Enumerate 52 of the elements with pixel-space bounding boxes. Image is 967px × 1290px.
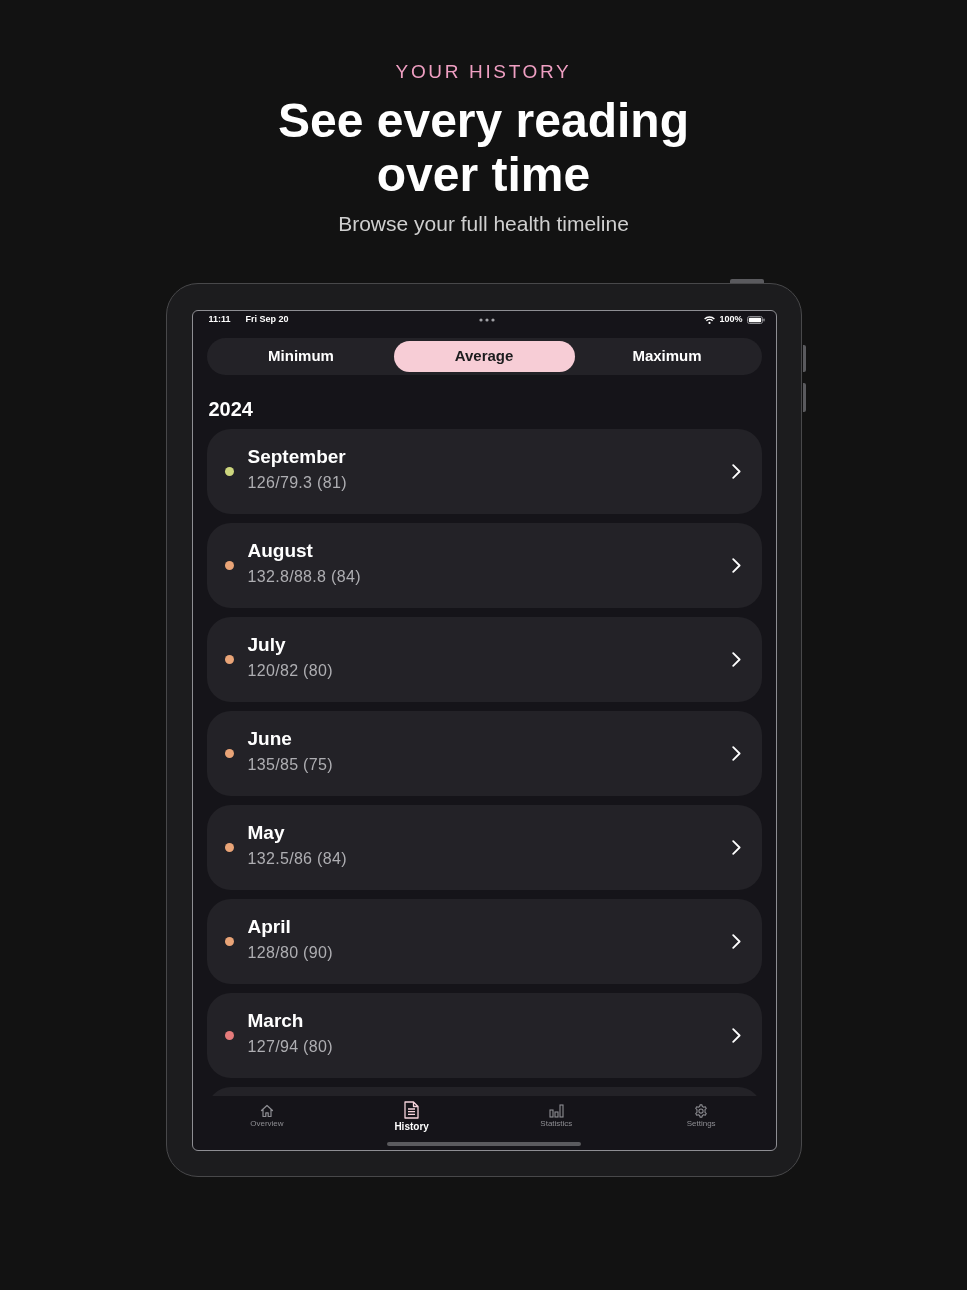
tab-bar-item[interactable]: Overview	[194, 1096, 340, 1136]
month-reading: 128/80 (90)	[247, 943, 334, 963]
battery-percent: 100%	[719, 312, 743, 326]
chevron-right-icon	[731, 746, 741, 761]
month-name: July	[247, 633, 287, 657]
month-reading: 132.8/88.8 (84)	[247, 567, 362, 587]
chevron-right-icon	[731, 558, 741, 573]
subtitle: Browse your full health timeline	[338, 211, 629, 237]
document-icon	[404, 1101, 420, 1119]
month-name: June	[247, 727, 293, 751]
battery-icon	[746, 315, 765, 324]
month-reading: 132.5/86 (84)	[247, 849, 348, 869]
status-time: 11:11	[208, 312, 231, 326]
month-name: April	[247, 915, 292, 939]
segment-tab[interactable]: Maximum	[576, 341, 758, 372]
month-reading: 135/85 (75)	[247, 755, 334, 775]
tab-bar-item[interactable]: Settings	[628, 1096, 774, 1136]
month-card[interactable]: September 126/79.3 (81)	[206, 429, 762, 514]
month-reading: 127/94 (80)	[247, 1037, 334, 1057]
tab-bar-item[interactable]: History	[339, 1096, 484, 1136]
tablet-side-key	[802, 345, 806, 372]
chevron-right-icon	[731, 652, 741, 667]
status-date: Fri Sep 20	[245, 312, 289, 326]
month-name: March	[247, 1009, 305, 1033]
month-name: May	[247, 821, 286, 845]
tablet-side-key	[802, 383, 806, 412]
tab-bar-item[interactable]: Statistics	[484, 1096, 629, 1136]
segment-tab[interactable]: Minimum	[210, 341, 392, 372]
month-card[interactable]: March 127/94 (80)	[206, 993, 762, 1078]
eyebrow-label: YOUR HISTORY	[395, 60, 572, 84]
month-card[interactable]: May 132.5/86 (84)	[206, 805, 762, 890]
month-reading: 126/79.3 (81)	[247, 473, 348, 493]
more-dots-icon	[478, 317, 495, 322]
settings-icon	[694, 1104, 709, 1118]
home-icon	[259, 1104, 274, 1118]
month-card[interactable]: August 132.8/88.8 (84)	[206, 523, 762, 608]
tablet-top-key	[729, 279, 764, 283]
month-reading: 120/82 (80)	[247, 661, 334, 681]
month-name: September	[247, 445, 347, 469]
month-card[interactable]: July 120/82 (80)	[206, 617, 762, 702]
year-heading: 2024	[208, 397, 254, 422]
chevron-right-icon	[731, 840, 741, 855]
wifi-icon	[704, 315, 716, 324]
month-card[interactable]: June 135/85 (75)	[206, 711, 762, 796]
month-card[interactable]: April 128/80 (90)	[206, 899, 762, 984]
headline: See every reading over time	[277, 94, 690, 202]
chevron-right-icon	[731, 934, 741, 949]
chevron-right-icon	[731, 464, 741, 479]
bar-chart-icon	[548, 1104, 564, 1118]
month-name: August	[247, 539, 314, 563]
segment-tab[interactable]: Average	[393, 341, 575, 372]
chevron-right-icon	[731, 1028, 741, 1043]
